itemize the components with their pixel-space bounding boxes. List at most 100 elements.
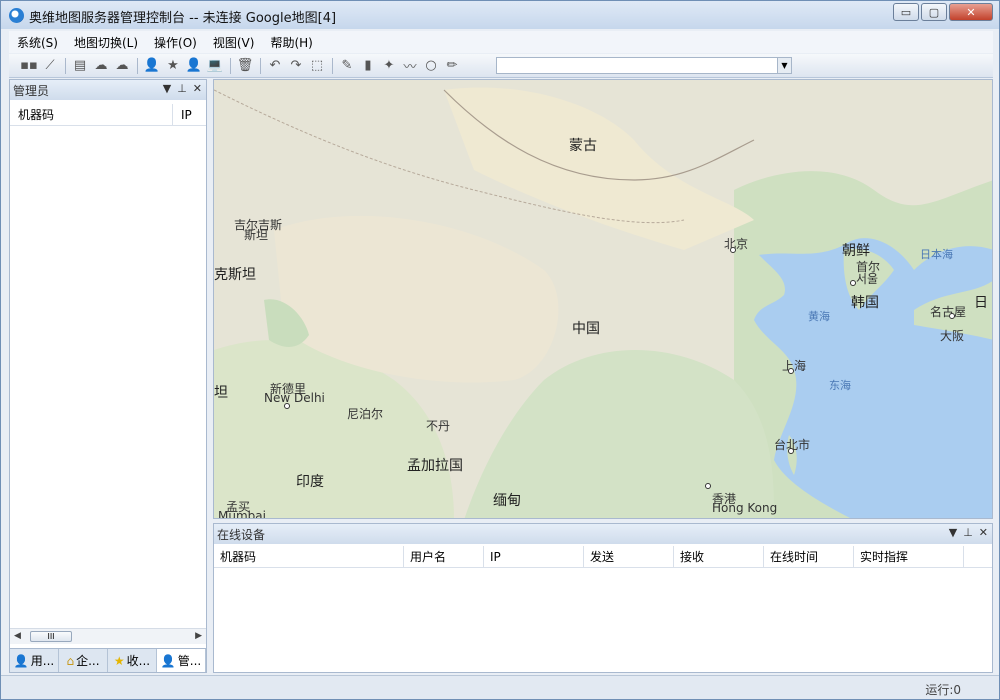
column-ip[interactable]: IP: [173, 104, 206, 125]
tab-label: 管...: [177, 654, 202, 668]
admin-panel: 管理员 ▼ ⊥ ✕ 机器码 IP ◀ III ▶ 👤 用... ⌂ 企... ★…: [9, 79, 207, 673]
horizontal-scrollbar[interactable]: ◀ III ▶: [10, 628, 206, 644]
map-label: 印度: [296, 474, 324, 490]
menu-map-switch[interactable]: 地图切换(L): [66, 34, 146, 51]
left-panel-tabs: 👤 用... ⌂ 企... ★ 收... 👤 管...: [10, 648, 206, 672]
ruler-icon[interactable]: ▮: [358, 56, 378, 76]
column-online-time[interactable]: 在线时间: [764, 546, 854, 567]
column-ip[interactable]: IP: [484, 546, 584, 567]
tab-enterprise[interactable]: ⌂ 企...: [59, 649, 108, 672]
map-label: 日: [974, 295, 988, 311]
close-button[interactable]: ✕: [949, 3, 993, 21]
map-label: 孟加拉国: [407, 458, 463, 474]
toolbar-separator: [332, 57, 333, 74]
map-label: 克斯坦: [214, 267, 256, 283]
window-title: 奥维地图服务器管理控制台 -- 未连接 Google地图[4]: [29, 11, 337, 26]
tab-label: 用...: [30, 654, 55, 668]
menu-view[interactable]: 视图(V): [205, 34, 263, 51]
chevron-down-icon[interactable]: ▼: [777, 58, 791, 73]
close-icon[interactable]: ✕: [979, 526, 988, 539]
cloud-icon[interactable]: ☁: [112, 56, 132, 76]
map-label: New Delhi: [264, 391, 325, 405]
laptop-icon[interactable]: 💻: [205, 56, 225, 76]
app-logo-icon: [9, 8, 24, 23]
column-receive[interactable]: 接收: [674, 546, 764, 567]
map-label: 斯坦: [244, 228, 269, 242]
toolbar: ▪▪ ⟋ ▤ ☁ ☁ 👤 ★ 👤 💻 🗑 ↶ ↷ ⬚ ✎ ▮ ✦ 〰 ○ ✏ ▼: [9, 54, 993, 78]
undo-icon[interactable]: ↶: [265, 56, 285, 76]
delete-icon[interactable]: 🗑: [235, 56, 255, 76]
column-username[interactable]: 用户名: [404, 546, 484, 567]
map-label: 坦: [214, 385, 228, 401]
status-bar: 运行:0: [1, 675, 999, 699]
menu-bar: 系统(S) 地图切换(L) 操作(O) 视图(V) 帮助(H): [9, 31, 993, 53]
map-label: 蒙古: [569, 138, 597, 154]
select-rect-icon[interactable]: ⬚: [307, 56, 327, 76]
city-marker-icon: [730, 247, 736, 253]
online-devices-header: 在线设备 ▼ ⊥ ✕: [214, 524, 992, 544]
user-icon[interactable]: 👤: [184, 56, 204, 76]
city-marker-icon: [788, 368, 794, 374]
menu-system[interactable]: 系统(S): [9, 34, 66, 51]
map-label: 서울: [856, 272, 879, 286]
map-label: 名古屋: [930, 305, 967, 319]
circle-icon[interactable]: ○: [421, 56, 441, 76]
map-label: 上海: [782, 359, 807, 373]
column-machine-code[interactable]: 机器码: [214, 546, 404, 567]
admin-icon: 👤: [160, 653, 176, 668]
tab-users[interactable]: 👤 用...: [10, 649, 59, 672]
cloud-sync-icon[interactable]: ☁: [91, 56, 111, 76]
connect-icon[interactable]: ▪▪: [19, 56, 39, 76]
menu-help[interactable]: 帮助(H): [262, 34, 320, 51]
app-window: 奥维地图服务器管理控制台 -- 未连接 Google地图[4] ▭ ▢ ✕ 系统…: [0, 0, 1000, 700]
title-bar: 奥维地图服务器管理控制台 -- 未连接 Google地图[4] ▭ ▢ ✕: [1, 1, 999, 29]
enterprise-icon: ⌂: [66, 653, 75, 668]
map-label: 韩国: [851, 295, 879, 311]
star-add-icon[interactable]: ✦: [379, 56, 399, 76]
edit-icon[interactable]: ✏: [442, 56, 462, 76]
map-label: 黄海: [808, 310, 830, 323]
city-marker-icon: [788, 448, 794, 454]
redo-icon[interactable]: ↷: [286, 56, 306, 76]
admin-panel-header: 管理员 ▼ ⊥ ✕: [10, 80, 206, 100]
map-label: 大阪: [940, 329, 965, 343]
toolbar-combo[interactable]: ▼: [496, 57, 792, 74]
disconnect-icon[interactable]: ⟋: [40, 56, 60, 76]
map-label: Mumbai: [218, 509, 266, 519]
map-label: 北京: [724, 237, 749, 251]
star-icon: ★: [113, 653, 125, 668]
tab-label: 收...: [126, 654, 151, 668]
maximize-button[interactable]: ▢: [921, 3, 947, 21]
document-icon[interactable]: ▤: [70, 56, 90, 76]
pin-icon[interactable]: ⊥: [963, 526, 973, 539]
online-devices-title: 在线设备: [217, 527, 266, 542]
close-icon[interactable]: ✕: [193, 82, 202, 95]
column-realtime-command[interactable]: 实时指挥: [854, 546, 964, 567]
city-marker-icon: [850, 280, 856, 286]
column-machine-code[interactable]: 机器码: [10, 104, 173, 125]
map-label: 中国: [572, 321, 600, 337]
scroll-thumb[interactable]: III: [30, 631, 72, 642]
city-marker-icon: [705, 483, 711, 489]
tab-favorites[interactable]: ★ 收...: [108, 649, 157, 672]
path-icon[interactable]: 〰: [400, 56, 420, 76]
tab-label: 企...: [76, 654, 100, 668]
map-label: Hong Kong: [712, 501, 778, 515]
toolbar-separator: [260, 57, 261, 74]
minimize-button[interactable]: ▭: [893, 3, 919, 21]
tab-admin[interactable]: 👤 管...: [157, 649, 206, 672]
dropdown-icon[interactable]: ▼: [949, 526, 957, 539]
users-icon[interactable]: 👤: [142, 56, 162, 76]
pen-icon[interactable]: ✎: [337, 56, 357, 76]
toolbar-separator: [137, 57, 138, 74]
pin-icon[interactable]: ⊥: [177, 82, 187, 95]
map-label: 缅甸: [493, 493, 521, 509]
dropdown-icon[interactable]: ▼: [163, 82, 171, 95]
map-label: 日本海: [920, 248, 953, 261]
map-view[interactable]: 蒙古 中国 北京 朝鲜 首尔 서울 韩国 日本海 黄海 东海 名古屋 大阪日上海 台北市 香港 Hong K…: [213, 79, 993, 519]
star-icon[interactable]: ★: [163, 56, 183, 76]
menu-operation[interactable]: 操作(O): [146, 34, 205, 51]
scroll-left-icon[interactable]: ◀: [14, 631, 21, 641]
column-send[interactable]: 发送: [584, 546, 674, 567]
scroll-right-icon[interactable]: ▶: [195, 631, 202, 641]
